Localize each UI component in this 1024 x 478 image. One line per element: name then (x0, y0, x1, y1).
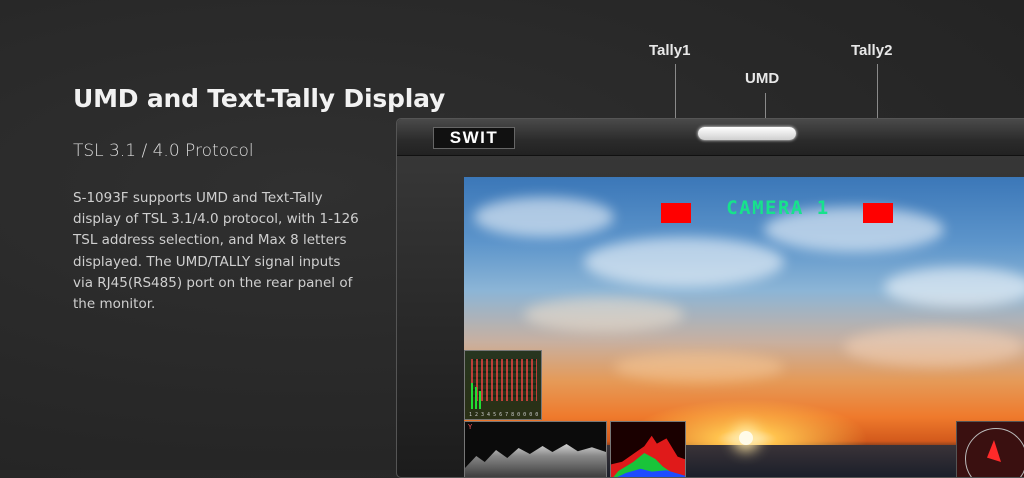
tally2-callout-label: Tally2 (851, 42, 893, 59)
tally1-callout-line (675, 64, 676, 118)
monitor-screen: CAMERA 1 1 2 3 4 5 6 7 8 0 0 0 0 Y (464, 177, 1024, 477)
audio-level-bar (471, 383, 473, 409)
headline: UMD and Text-Tally Display (73, 84, 446, 113)
audio-meter: 1 2 3 4 5 6 7 8 0 0 0 0 (464, 350, 542, 420)
sun (739, 431, 753, 445)
cloud (844, 327, 1024, 367)
umd-callout-line (765, 93, 766, 118)
tally2-callout-line (877, 64, 878, 118)
audio-level-bar (475, 387, 477, 409)
monitor-bezel: SWIT (397, 119, 1024, 156)
monitor: SWIT CAMERA 1 1 2 3 4 5 6 7 8 0 0 0 0 Y (396, 118, 1024, 478)
swit-logo: SWIT (433, 127, 515, 149)
cloud (584, 237, 784, 287)
waveform-trace (465, 444, 606, 477)
audio-meter-numbers: 1 2 3 4 5 6 7 8 0 0 0 0 (469, 412, 539, 418)
audio-level-bar (479, 391, 481, 409)
umd-text: CAMERA 1 (726, 197, 830, 219)
cloud (884, 267, 1024, 307)
cloud (614, 352, 784, 382)
tally-indicator-light (698, 127, 796, 140)
umd-callout-label: UMD (745, 70, 780, 87)
cloud (474, 197, 614, 237)
cloud (524, 297, 684, 332)
waveform-scope: Y (464, 421, 607, 477)
tally2-box (863, 203, 893, 223)
rgb-histogram (610, 421, 686, 477)
waveform-label: Y (468, 423, 473, 431)
tally1-box (661, 203, 691, 223)
vectorscope (956, 421, 1024, 477)
description: S-1093F supports UMD and Text-Tally disp… (73, 190, 359, 313)
tally1-callout-label: Tally1 (649, 42, 691, 59)
subhead: TSL 3.1 / 4.0 Protocol (73, 141, 254, 161)
